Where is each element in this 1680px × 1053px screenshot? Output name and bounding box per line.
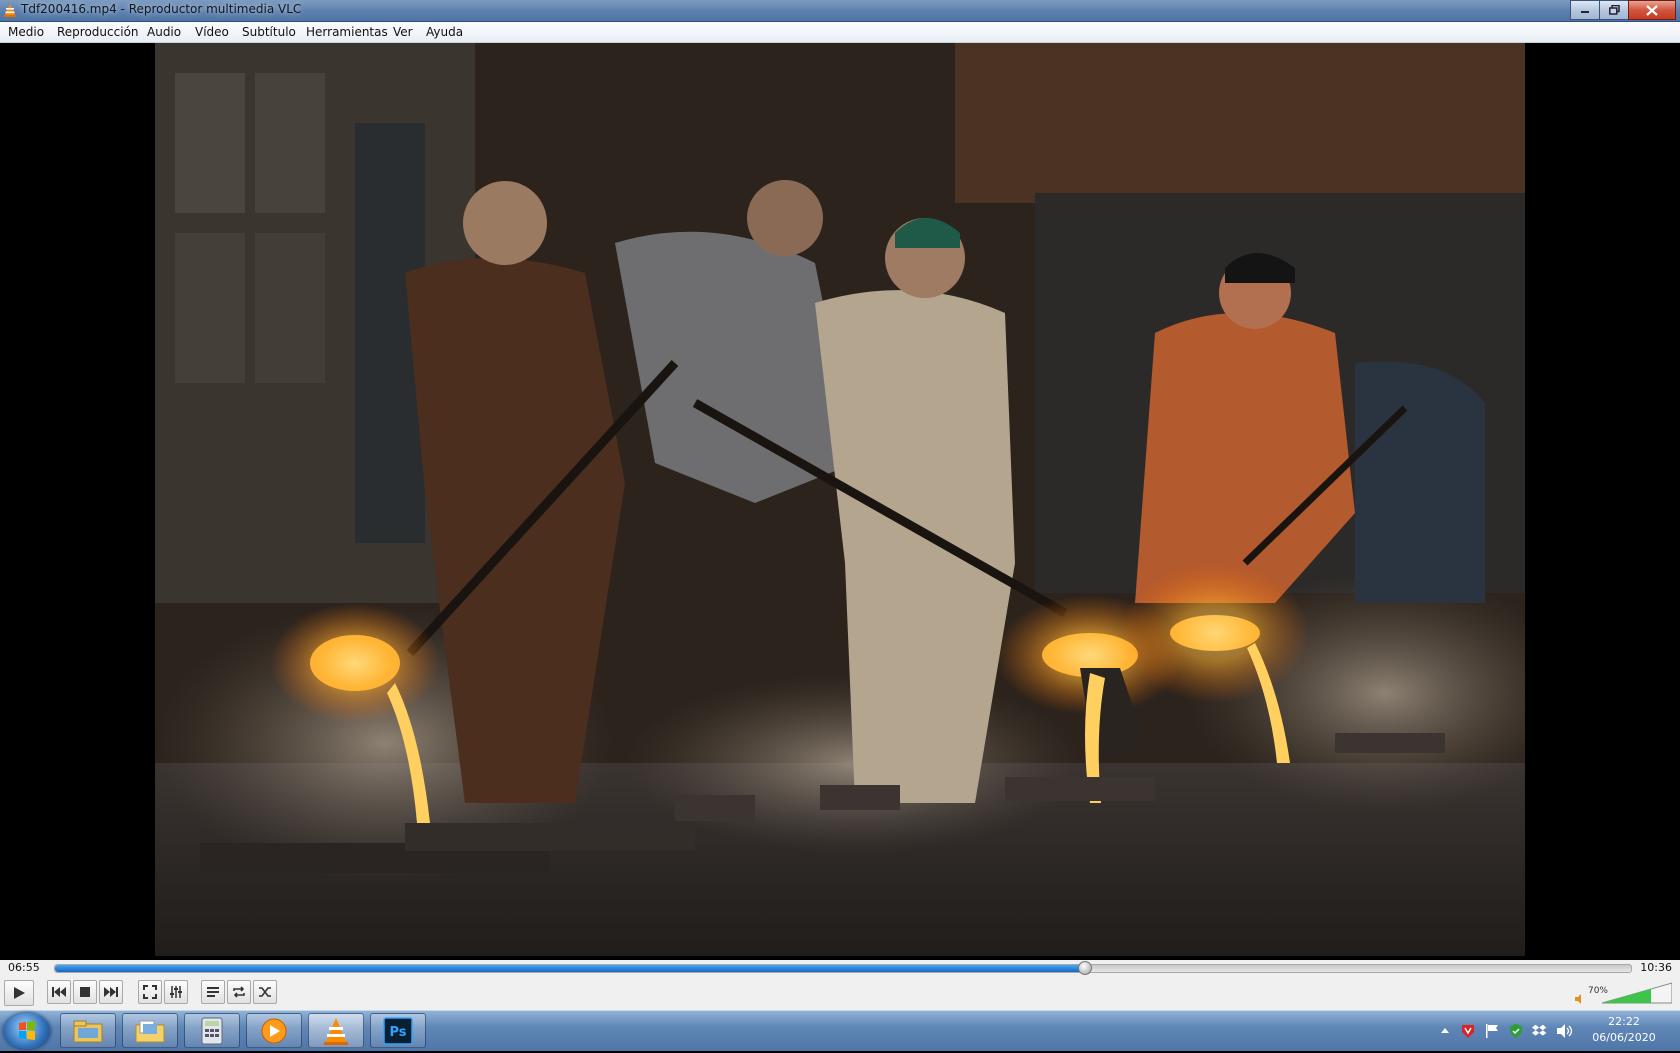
menu-ayuda[interactable]: Ayuda	[426, 25, 463, 39]
stop-button[interactable]	[73, 980, 97, 1004]
stop-icon	[80, 987, 90, 997]
windows-explorer-icon	[73, 1020, 103, 1042]
loop-button[interactable]	[227, 980, 251, 1004]
next-button[interactable]	[99, 980, 123, 1004]
previous-icon	[52, 987, 66, 997]
clock-date: 06/06/2020	[1592, 1031, 1656, 1044]
volume-tray-icon[interactable]	[1556, 1023, 1572, 1039]
seek-handle[interactable]	[1078, 961, 1093, 975]
menu-reproduccion[interactable]: Reproducción	[57, 25, 139, 39]
previous-button[interactable]	[47, 980, 71, 1004]
taskbar: Ps 22:22 06/06/2020	[0, 1010, 1680, 1051]
foundry-scene-image	[155, 43, 1525, 956]
title-bar[interactable]: Tdf200416.mp4 - Reproductor multimedia V…	[0, 0, 1680, 22]
seek-row: 06:55 10:36	[0, 960, 1680, 976]
taskbar-photoshop[interactable]: Ps	[370, 1013, 426, 1048]
menu-video[interactable]: Vídeo	[195, 25, 229, 39]
playlist-button[interactable]	[201, 980, 225, 1004]
extended-settings-icon	[170, 986, 182, 998]
windows-logo-icon	[19, 1021, 35, 1040]
start-button[interactable]	[4, 1013, 50, 1049]
seek-progress-fill	[55, 965, 1085, 972]
restore-icon	[1608, 5, 1620, 15]
fullscreen-icon	[143, 985, 157, 999]
extended-settings-button[interactable]	[164, 980, 188, 1004]
security-shield-icon[interactable]	[1508, 1023, 1524, 1039]
dropbox-icon[interactable]	[1532, 1023, 1548, 1039]
elapsed-time[interactable]: 06:55	[8, 961, 40, 974]
menu-medio[interactable]: Medio	[8, 25, 44, 39]
window-title: Tdf200416.mp4 - Reproductor multimedia V…	[21, 2, 302, 16]
folder-icon	[135, 1020, 165, 1042]
photoshop-label: Ps	[389, 1025, 406, 1040]
taskbar-explorer[interactable]	[60, 1013, 116, 1048]
total-time[interactable]: 10:36	[1640, 961, 1672, 974]
maximize-button[interactable]	[1599, 0, 1629, 20]
fullscreen-button[interactable]	[138, 980, 162, 1004]
shuffle-button[interactable]	[253, 980, 277, 1004]
calculator-icon	[201, 1017, 223, 1044]
menu-subtitulo[interactable]: Subtítulo	[242, 25, 296, 39]
play-button[interactable]	[4, 980, 34, 1006]
speaker-icon[interactable]	[1574, 994, 1586, 1004]
menu-herramientas[interactable]: Herramientas	[306, 25, 388, 39]
playlist-icon	[207, 987, 219, 997]
taskbar-calculator[interactable]	[184, 1013, 240, 1048]
playback-controls: 70%	[0, 976, 1680, 1010]
antivirus-icon[interactable]	[1460, 1023, 1476, 1039]
next-icon	[104, 987, 118, 997]
shuffle-icon	[259, 987, 271, 997]
menu-ver[interactable]: Ver	[393, 25, 413, 39]
taskbar-clock[interactable]: 22:22 06/06/2020	[1584, 1014, 1664, 1046]
media-player-icon	[261, 1018, 287, 1043]
window-buttons	[1570, 0, 1676, 20]
video-frame	[155, 43, 1525, 956]
play-icon	[14, 987, 25, 999]
close-button[interactable]	[1628, 0, 1676, 20]
menu-bar: Medio Reproducción Audio Vídeo Subtítulo…	[0, 22, 1680, 43]
clock-time: 22:22	[1608, 1015, 1640, 1028]
menu-audio[interactable]: Audio	[147, 25, 181, 39]
seek-slider[interactable]	[54, 961, 1632, 975]
volume-slider[interactable]	[1602, 982, 1672, 1004]
minimize-button[interactable]	[1570, 0, 1600, 20]
vlc-icon	[324, 1017, 348, 1045]
show-hidden-icons-icon[interactable]	[1440, 1026, 1450, 1034]
taskbar-media-player[interactable]	[246, 1013, 302, 1048]
close-icon	[1646, 4, 1658, 16]
loop-icon	[233, 986, 245, 998]
taskbar-vlc[interactable]	[308, 1013, 364, 1048]
photoshop-icon: Ps	[383, 1016, 413, 1045]
minimize-icon	[1581, 11, 1589, 13]
taskbar-folder[interactable]	[122, 1013, 178, 1048]
vlc-cone-icon	[4, 4, 16, 17]
video-area[interactable]	[0, 43, 1680, 960]
action-center-flag-icon[interactable]	[1484, 1023, 1500, 1039]
